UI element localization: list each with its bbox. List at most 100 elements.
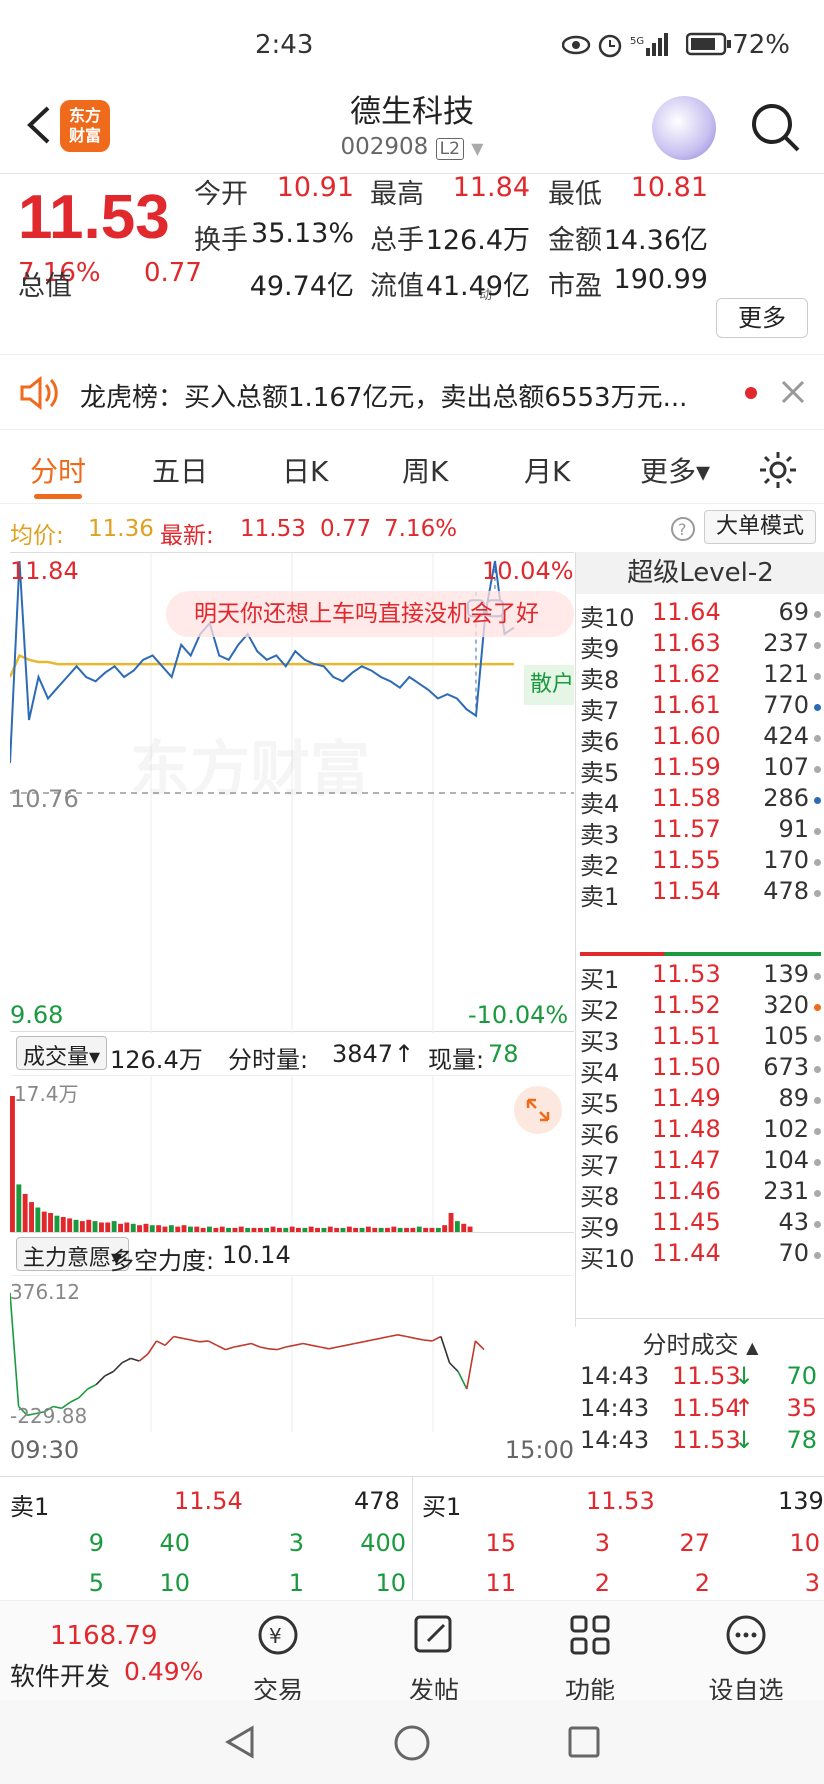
recents-square-icon[interactable] [566, 1724, 602, 1760]
tab-monthly-k[interactable]: 月K [524, 450, 570, 490]
queue-sell-cell: 10 [159, 1569, 190, 1597]
nav-functions[interactable]: 功能 [540, 1611, 640, 1707]
expand-button[interactable] [514, 1086, 562, 1134]
volume-bar [86, 1219, 92, 1232]
moneyflow-segment [285, 1344, 295, 1348]
avg-price: 11.36 [88, 516, 154, 542]
tab-more[interactable]: 更多▾ [640, 450, 710, 490]
retail-tag[interactable]: 散户 [524, 665, 574, 705]
bid-row: 买4 11.50 673 [580, 1053, 821, 1088]
tick-price: 11.53 [672, 1426, 741, 1454]
moneyflow-segment [250, 1342, 261, 1348]
volume-header: 成交量▾ 126.4万 分时量: 3847 ↑ 现量: 78 [10, 1032, 574, 1076]
queue-sell-price: 11.54 [174, 1487, 243, 1515]
volume-bar [67, 1218, 73, 1232]
ask-level: 卖5 [580, 759, 620, 787]
field-value-volume: 126.4万 [425, 225, 530, 256]
moneyflow-segment [276, 1346, 287, 1351]
nav-post[interactable]: 发帖 [384, 1611, 484, 1707]
moneyflow-segment [173, 1335, 183, 1340]
ask-price: 11.54 [652, 877, 721, 905]
help-icon[interactable]: ? [670, 516, 696, 542]
queue-sell-cell: 10 [375, 1569, 406, 1597]
strength-value: 10.14 [222, 1241, 291, 1269]
assistant-robot-icon[interactable] [652, 96, 716, 160]
ask-dot-icon [814, 797, 821, 804]
tick-time: 14:43 [580, 1362, 650, 1390]
bid-level: 买9 [580, 1214, 620, 1242]
search-icon[interactable] [748, 100, 802, 154]
current-volume-label: 现量: [428, 1046, 485, 1074]
more-button[interactable]: 更多 [716, 298, 808, 338]
status-time: 2:43 [255, 30, 314, 60]
bid-price: 11.53 [652, 960, 721, 988]
order-book-title[interactable]: 超级Level-2 [576, 552, 824, 594]
ticks-title[interactable]: 分时成交 ▲ [576, 1325, 824, 1360]
tick-volume: 78 [786, 1426, 817, 1454]
moneyflow-chart[interactable]: 376.12 -229.88 [10, 1276, 574, 1432]
tab-weekly-k[interactable]: 周K [402, 450, 448, 490]
ask-price: 11.57 [652, 815, 721, 843]
moneyflow-segment [199, 1340, 209, 1343]
unread-dot [745, 387, 757, 399]
ask-level: 卖2 [580, 852, 620, 880]
field-value-float-cap: 41.49亿 [425, 271, 530, 302]
trade-icon: ¥ [258, 1615, 298, 1655]
nav-add-watchlist[interactable]: 设自选 [696, 1611, 796, 1707]
moneyflow-segment [69, 1397, 80, 1403]
danmaku-comment[interactable]: 明天你还想上车吗直接没机会了好 [166, 591, 574, 637]
field-label-open: 今开 [194, 179, 248, 210]
field-value-pe: 190.99 [613, 264, 708, 295]
tab-intraday[interactable]: 分时 [30, 450, 86, 490]
tick-direction: ↓ [734, 1362, 755, 1390]
nav-trade[interactable]: ¥ 交易 [228, 1611, 328, 1707]
bid-price: 11.45 [652, 1208, 721, 1236]
grid-icon [570, 1615, 610, 1655]
ask-level: 卖8 [580, 666, 620, 694]
field-label-low: 最低 [548, 179, 602, 210]
time-end: 15:00 [504, 1436, 574, 1464]
chart-mid-label: 10.76 [10, 785, 79, 813]
tick-volume: 3847 [332, 1040, 394, 1068]
sector-index[interactable]: 1168.79 软件开发 0.49% [0, 1601, 203, 1701]
bid-dot-icon [814, 1221, 821, 1228]
tick-direction: ↓ [734, 1426, 755, 1454]
notice-bar[interactable]: 龙虎榜：买入总额1.167亿元，卖出总额6553万元... [0, 354, 824, 430]
ask-level: 卖7 [580, 697, 620, 725]
bid-price: 11.47 [652, 1146, 721, 1174]
speaker-icon [20, 375, 58, 411]
volume-total: 126.4万 [110, 1046, 203, 1074]
bid-price: 11.52 [652, 991, 721, 1019]
big-order-mode-button[interactable]: 大单模式 [704, 510, 816, 544]
moneyflow-segment [414, 1337, 424, 1341]
svg-text:5G: 5G [630, 36, 644, 47]
volume-bar [454, 1221, 460, 1232]
moneyflow-segment [320, 1346, 330, 1350]
moneyflow-segment [466, 1340, 477, 1390]
moneyflow-chart-svg [10, 1276, 485, 1432]
more-dots-icon [726, 1615, 766, 1655]
field-value-amount: 14.36亿 [603, 225, 708, 256]
settings-gear-icon[interactable] [758, 450, 798, 490]
moneyflow-segment [474, 1340, 485, 1351]
bid-row: 买6 11.48 102 [580, 1115, 821, 1150]
back-triangle-icon[interactable] [222, 1724, 258, 1760]
ask-level: 卖3 [580, 821, 620, 849]
bid-level: 买6 [580, 1121, 620, 1149]
moneyflow-segment [354, 1341, 364, 1345]
bid-volume: 231 [763, 1177, 809, 1205]
close-icon[interactable] [780, 379, 806, 405]
bid-price: 11.49 [652, 1084, 721, 1112]
bid-dot-icon [814, 1252, 821, 1259]
intraday-chart[interactable]: 东方财富 11.84 10.04% 10.76 9.68 -10.04% 明天你… [10, 552, 574, 1033]
volume-indicator-select[interactable]: 成交量▾ [16, 1036, 108, 1070]
home-circle-icon[interactable] [393, 1724, 431, 1762]
bid-level: 买7 [580, 1152, 620, 1180]
volume-bar [442, 1225, 448, 1232]
moneyflow-segment [311, 1344, 321, 1348]
tab-daily-k[interactable]: 日K [282, 450, 328, 490]
tab-five-day[interactable]: 五日 [152, 450, 208, 490]
volume-chart[interactable]: 17.4万 [10, 1076, 574, 1232]
tick-price: 11.53 [672, 1362, 741, 1390]
ask-row: 卖10 11.64 69 [580, 598, 821, 633]
